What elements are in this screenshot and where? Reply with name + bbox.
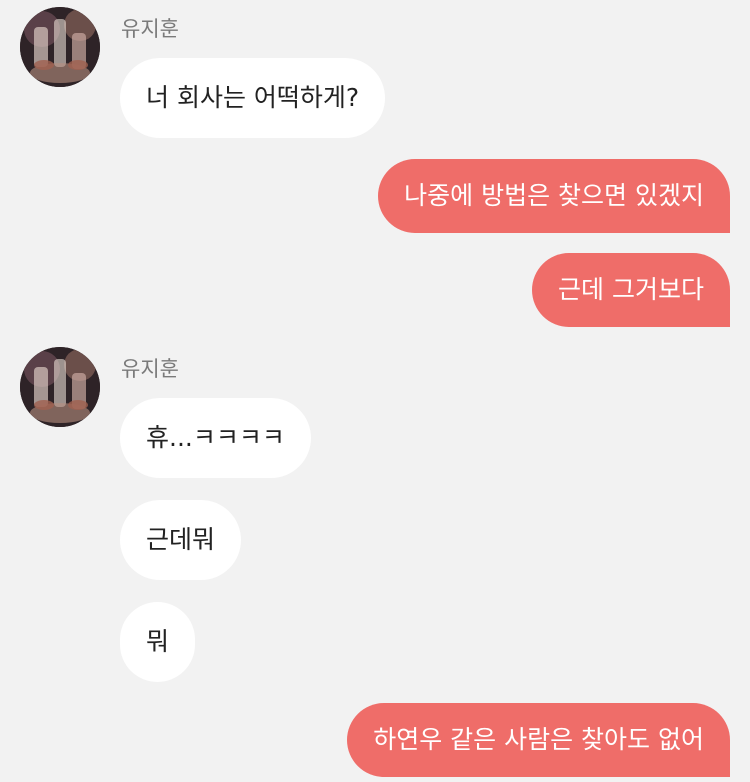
avatar[interactable]: [20, 347, 100, 427]
sender-name: 유지훈: [121, 17, 179, 41]
sender-name: 유지훈: [121, 357, 179, 381]
avatar-photo-icon: [20, 347, 100, 427]
incoming-message-bubble[interactable]: 뭐: [120, 602, 196, 682]
chat-thread: 유지훈 너 회사는 어떡하게? 나중에 방법은 찾으면 있겠지 근데 그거보다 …: [0, 0, 750, 782]
incoming-message-bubble[interactable]: 근데뭐: [120, 500, 242, 580]
incoming-message-bubble[interactable]: 너 회사는 어떡하게?: [120, 58, 386, 138]
outgoing-message-bubble[interactable]: 근데 그거보다: [532, 253, 730, 327]
incoming-message-bubble[interactable]: 휴...ㅋㅋㅋㅋ: [120, 398, 311, 478]
outgoing-message-bubble[interactable]: 나중에 방법은 찾으면 있겠지: [378, 159, 730, 233]
outgoing-message-bubble[interactable]: 하연우 같은 사람은 찾아도 없어: [347, 703, 730, 777]
avatar[interactable]: [20, 7, 100, 87]
avatar-photo-icon: [20, 7, 100, 87]
